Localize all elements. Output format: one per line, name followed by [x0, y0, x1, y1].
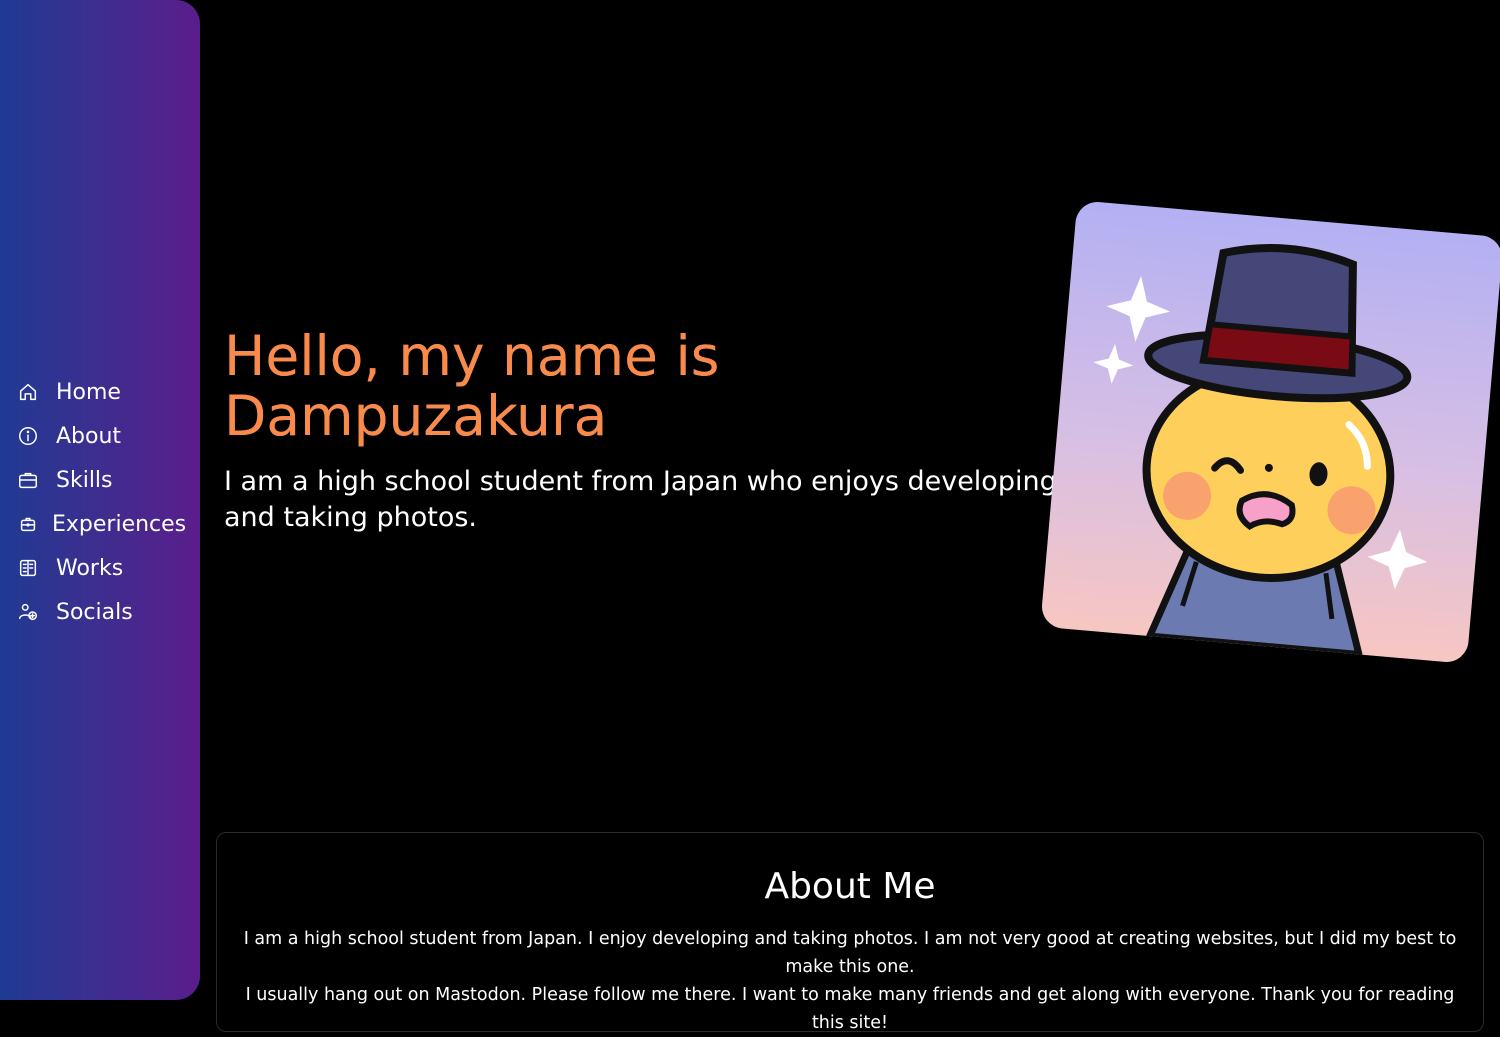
users-plus-icon: [16, 600, 40, 624]
sidebar-item-home[interactable]: Home: [16, 370, 186, 414]
sidebar-item-label: About: [56, 423, 122, 449]
about-text: I am a high school student from Japan. I…: [230, 925, 1470, 1037]
badge-briefcase-icon: [16, 512, 40, 536]
home-icon: [16, 380, 40, 404]
about-section: About Me I am a high school student from…: [216, 832, 1484, 1033]
hero-title: Hello, my name is Dampuzakura: [224, 326, 1064, 446]
sidebar-item-label: Skills: [56, 467, 113, 493]
sidebar-item-label: Home: [56, 379, 121, 405]
about-text-line: I am a high school student from Japan. I…: [243, 929, 1457, 977]
info-icon: [16, 424, 40, 448]
sidebar-item-label: Socials: [56, 599, 133, 625]
sidebar-item-socials[interactable]: Socials: [16, 590, 186, 634]
sidebar-item-experiences[interactable]: Experiences: [16, 502, 186, 546]
briefcase-icon: [16, 468, 40, 492]
hero-subtitle: I am a high school student from Japan wh…: [224, 464, 1064, 536]
sidebar-item-about[interactable]: About: [16, 414, 186, 458]
sidebar-item-skills[interactable]: Skills: [16, 458, 186, 502]
sidebar-nav: Home About Skills Experiences Works Soci…: [16, 370, 186, 634]
hero-subtitle-line: and taking photos.: [224, 502, 478, 533]
avatar-image: [1040, 200, 1500, 664]
avatar-illustration: [1093, 243, 1428, 659]
hero-subtitle-line: I am a high school student from Japan wh…: [224, 466, 1057, 497]
about-title: About Me: [764, 866, 936, 907]
sidebar-item-label: Experiences: [52, 511, 187, 537]
newspaper-icon: [16, 556, 40, 580]
sidebar: Home About Skills Experiences Works Soci…: [0, 0, 200, 1000]
about-text-line: I usually hang out on Mastodon. Please f…: [245, 985, 1455, 1033]
sidebar-item-label: Works: [56, 555, 124, 581]
sidebar-item-works[interactable]: Works: [16, 546, 186, 590]
hero-section: Hello, my name is Dampuzakura I am a hig…: [224, 326, 1064, 536]
